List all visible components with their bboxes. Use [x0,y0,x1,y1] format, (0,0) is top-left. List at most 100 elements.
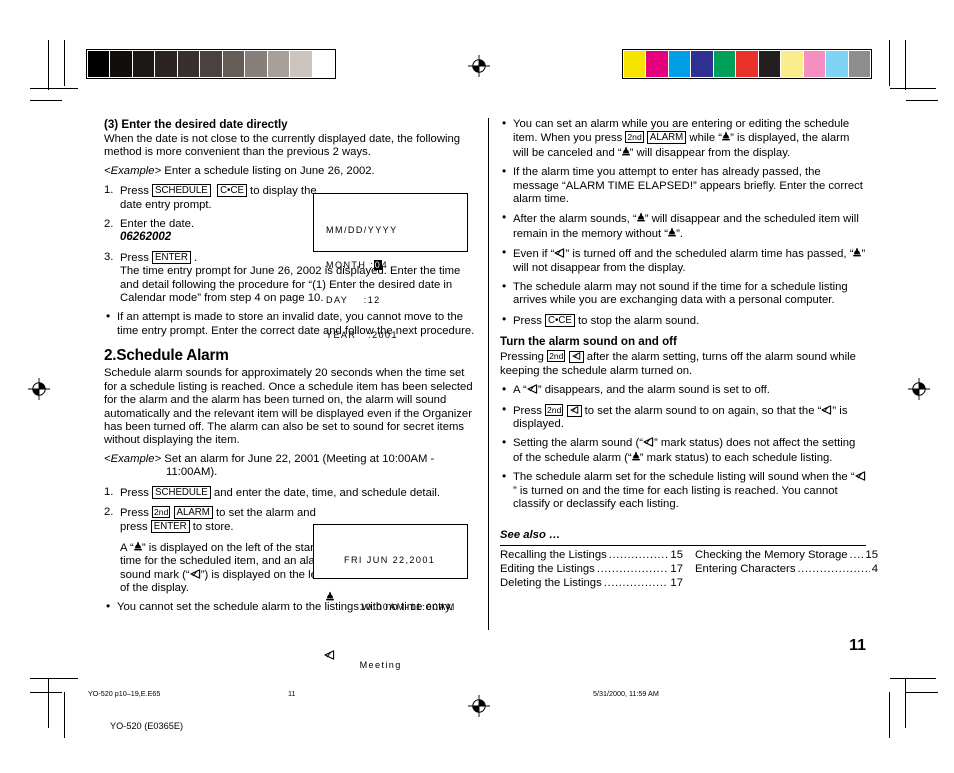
lcd-day-value: 12 [367,294,381,305]
see-also-item-page: 17 [670,577,683,590]
crop-mark-tr2-h [906,100,938,102]
color-swatch-8 [803,51,826,77]
turn-bullet-3-a: Setting the alarm sound (“ [513,437,643,450]
crop-mark-tl2-h [30,100,62,102]
see-also-item-page: 17 [670,563,683,576]
see-also-title: See also … [500,529,561,542]
key-alarm-sound-2[interactable] [566,404,582,417]
crop-mark-bl-v [48,678,50,728]
crop-mark-bl-h [30,678,78,680]
see-also-item[interactable]: Deleting the Listings...................… [500,576,683,590]
gray-swatch-2 [132,51,155,77]
see-also-item-page: 4 [871,563,878,576]
color-swatch-0 [624,51,646,77]
gray-swatch-1 [110,51,132,77]
key-2nd-r1[interactable]: 2nd [625,131,644,144]
crop-mark-tl-h [30,88,78,90]
right-bullet-1-b: while “ [686,132,723,145]
right-bullet-6: Press C•CE to stop the alarm sound. [500,313,866,328]
lcd-date-format: MM/DD/YYYY [326,225,398,236]
crop-mark-tl2-v [64,40,66,86]
see-also-item-label: Editing the Listings [500,563,595,576]
key-c-ce[interactable]: C•CE [217,184,247,198]
alarm-sound-icon [324,650,335,664]
alarm-step-1-text-b: and enter the date, time, and schedule d… [210,486,441,499]
see-also-leader-dots: ........................................… [797,563,869,576]
key-alarm[interactable]: ALARM [173,505,213,519]
example-line-1: <Example> Enter a schedule listing on Ju… [104,165,478,178]
see-also-item-page: 15 [670,549,683,562]
column-divider [488,118,489,630]
right-bullet-6-b: to stop the alarm sound. [574,314,700,327]
step-2-number: 2. [104,218,114,231]
turn-bullet-3-c: ” mark status) to each schedule listing. [639,451,833,464]
key-2nd-turn[interactable]: 2nd [547,350,566,363]
color-swatch-3 [691,51,713,77]
crop-mark-tr-h [890,88,936,90]
see-also-item[interactable]: Recalling the Listings..................… [500,548,683,562]
lcd-alarm-display: FRI JUN 22,2001 10:00AM-11:00AM Meeting [313,524,468,670]
right-bullet-4-a: Even if “ [513,248,555,261]
key-alarm-sound[interactable] [568,351,584,364]
lcd-date-line-3: DAY :12 [326,295,467,307]
key-2nd[interactable]: 2nd [152,505,171,518]
color-swatch-4 [713,51,736,77]
gray-swatch-3 [155,51,177,77]
key-c-ce-r[interactable]: C•CE [545,313,575,327]
key-alarm-r1[interactable]: ALARM [646,131,687,145]
see-also-item[interactable]: Checking the Memory Storage.............… [695,548,878,562]
crop-mark-br2-h [906,692,938,694]
see-also-item[interactable]: Entering Characters.....................… [695,562,878,576]
lcd-alarm-line-1: FRI JUN 22,2001 [336,555,467,567]
lcd-date-entry-display: MM/DD/YYYY MONTH :04 DAY :12 YEAR :2001 [313,193,468,340]
example-2-text: Set an alarm for June 22, 2001 (Meeting … [161,452,435,465]
color-swatch-6 [758,51,781,77]
key-enter-2[interactable]: ENTER [150,520,190,534]
see-also-rule [500,544,866,547]
right-bullet-1: You can set an alarm while you are enter… [500,117,866,160]
see-also-item-label: Recalling the Listings [500,549,607,562]
lcd-date-line-1: MM/DD/YYYY [326,225,467,237]
alarm-sound-icon [190,568,201,579]
example-2-label: <Example> [104,452,162,465]
gray-swatch-6 [222,51,245,77]
crop-mark-br-v [905,678,907,728]
see-also-grid: Recalling the Listings..................… [500,548,878,591]
crop-mark-br-h [890,678,936,680]
alarm-step-2-text-d1: A “ [120,541,134,554]
see-also-item[interactable]: Editing the Listings....................… [500,562,683,576]
key-schedule[interactable]: SCHEDULE [152,184,211,198]
alarm-step-1-number: 1. [104,485,114,498]
key-2nd-t2[interactable]: 2nd [545,403,564,416]
turn-bullet-2-a: Press [513,404,546,417]
example-text: Enter a schedule listing on June 26, 200… [161,164,375,177]
gray-swatch-4 [177,51,200,77]
see-also-leader-dots: ........................................… [596,563,669,576]
turn-bullet-4: The schedule alarm set for the schedule … [500,470,866,511]
color-swatch-2 [668,51,691,77]
page-number: 11 [849,637,866,654]
alarm-step-2-text-c: to store. [189,521,234,534]
bell-icon [668,227,676,238]
bell-icon [621,146,630,157]
see-also-leader-dots: ........................................… [849,549,864,562]
lcd-alarm-date: FRI JUN 22,2001 [344,555,436,566]
registration-mark-bottom [468,695,490,717]
turn-bullet-1-a: A “ [513,384,527,397]
alarm-sound-icon [643,437,654,447]
crop-mark-bl2-v [64,692,66,738]
alarm-sound-icon [821,404,832,415]
color-swatch-1 [646,51,668,77]
turn-bullet-2: Press 2nd to set the alarm sound to on a… [500,403,866,432]
key-schedule-2[interactable]: SCHEDULE [152,485,211,499]
color-swatch-9 [826,51,848,77]
turn-alarm-sound-title: Turn the alarm sound on and off [500,335,677,349]
see-also-leader-dots: ........................................… [608,549,669,562]
example-line-2: <Example> Set an alarm for June 22, 2001… [104,453,478,466]
crop-mark-tl-v [48,40,50,90]
lcd-alarm-time-range: 10:00AM-11:00AM [359,601,456,612]
registration-mark-right [908,378,930,400]
key-enter[interactable]: ENTER [152,250,191,264]
lcd-alarm-line-2: 10:00AM-11:00AM [326,590,467,625]
lcd-year-value: 2001 [372,329,398,340]
